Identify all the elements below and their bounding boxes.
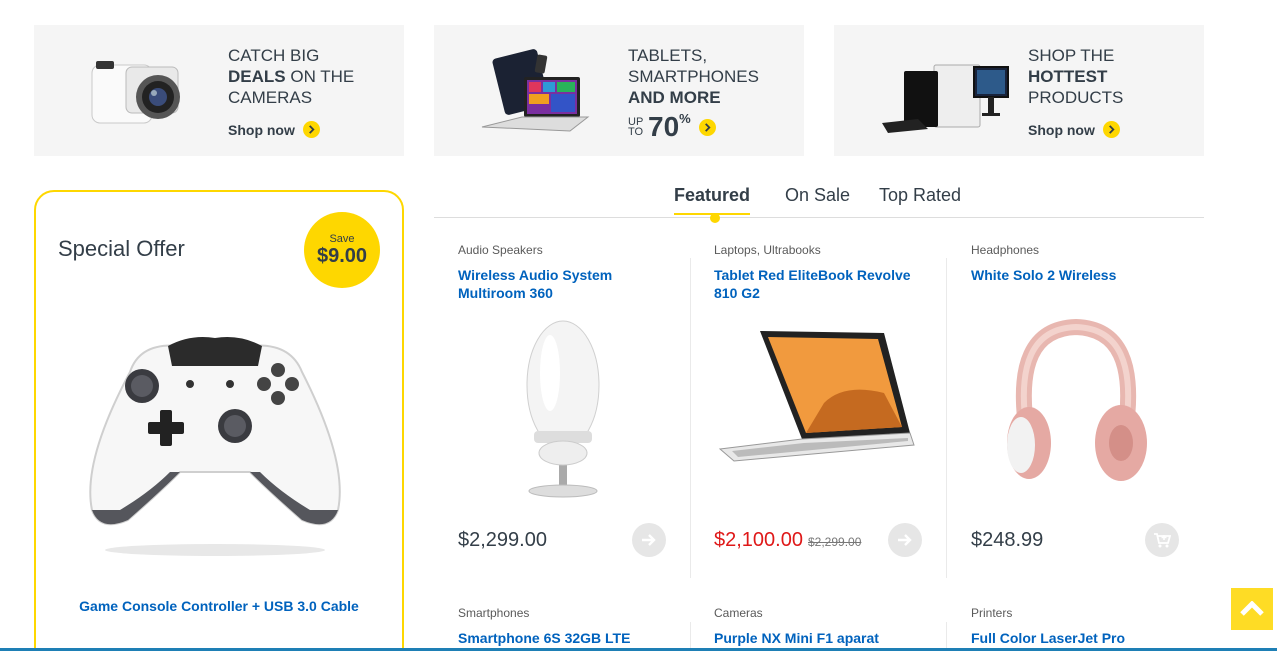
product-name[interactable]: White Solo 2 Wireless	[971, 266, 1191, 284]
product-price: $248.99	[971, 529, 1044, 551]
product-category[interactable]: Smartphones	[458, 606, 714, 620]
active-tab-indicator	[710, 213, 720, 223]
arrow-right-icon[interactable]	[888, 523, 922, 557]
desktop-computer-image	[882, 64, 1009, 133]
product-category[interactable]: Printers	[971, 606, 1227, 620]
product-card[interactable]: Cameras Purple NX Mini F1 aparat	[714, 606, 970, 651]
product-card[interactable]: Printers Full Color LaserJet Pro	[971, 606, 1227, 651]
product-name[interactable]: Wireless Audio System Multiroom 360	[458, 266, 678, 302]
product-name[interactable]: Tablet Red EliteBook Revolve 810 G2	[714, 266, 934, 302]
back-to-top-button[interactable]	[1231, 588, 1273, 630]
product-name[interactable]: Full Color LaserJet Pro	[971, 629, 1191, 647]
product-category[interactable]: Cameras	[714, 606, 970, 620]
tab-top-rated[interactable]: Top Rated	[879, 185, 961, 206]
product-category[interactable]: Laptops, Ultrabooks	[714, 243, 970, 257]
product-category[interactable]: Headphones	[971, 243, 1227, 257]
product-card[interactable]: Audio Speakers Wireless Audio System Mul…	[458, 243, 714, 573]
banner-cameras-text: CATCH BIG DEALS ON THE CAMERAS	[228, 46, 355, 107]
special-offer-card[interactable]: Special Offer Save $9.00 Game Console Co…	[34, 190, 404, 651]
special-offer-product-name[interactable]: Game Console Controller + USB 3.0 Cable	[36, 598, 402, 614]
headphones-image[interactable]	[971, 313, 1181, 503]
product-card[interactable]: Laptops, Ultrabooks Tablet Red EliteBook…	[714, 243, 970, 573]
product-category[interactable]: Audio Speakers	[458, 243, 714, 257]
tab-featured[interactable]: Featured	[674, 185, 751, 215]
product-price: $2,299.00	[458, 529, 547, 551]
product-card[interactable]: Headphones White Solo 2 Wireless $248.99	[971, 243, 1227, 573]
product-old-price: $2,299.00	[808, 535, 862, 549]
banner-tablets-text: TABLETS, SMARTPHONES AND MORE	[628, 46, 759, 107]
discount-badge[interactable]: UP TO 70%	[628, 111, 716, 141]
product-name[interactable]: Purple NX Mini F1 aparat	[714, 629, 934, 647]
product-name[interactable]: Smartphone 6S 32GB LTE	[458, 629, 678, 647]
chevron-right-icon	[302, 121, 320, 138]
product-card[interactable]: Smartphones Smartphone 6S 32GB LTE	[458, 606, 714, 651]
chevron-up-icon	[1240, 601, 1264, 616]
save-badge: Save $9.00	[304, 212, 380, 288]
special-offer-title: Special Offer	[58, 236, 185, 261]
banner-cameras[interactable]: CATCH BIG DEALS ON THE CAMERAS Shop now	[34, 25, 404, 156]
tab-on-sale[interactable]: On Sale	[785, 185, 850, 206]
banner-hottest-text: SHOP THE HOTTEST PRODUCTS	[1028, 46, 1124, 107]
shop-now-link[interactable]: Shop now	[228, 121, 320, 138]
tablet-laptop-image	[481, 49, 590, 132]
chevron-right-icon	[698, 118, 716, 136]
add-to-cart-icon[interactable]	[1145, 523, 1179, 557]
product-price: $2,100.00	[714, 529, 803, 551]
speaker-image[interactable]	[458, 313, 668, 503]
chevron-right-icon	[1102, 121, 1120, 138]
product-tabs: Featured On Sale Top Rated	[434, 185, 1204, 223]
laptop-image[interactable]	[714, 313, 924, 503]
banner-hottest[interactable]: SHOP THE HOTTEST PRODUCTS Shop now	[834, 25, 1204, 156]
game-controller-image[interactable]	[80, 332, 350, 562]
arrow-right-icon[interactable]	[632, 523, 666, 557]
banner-tablets[interactable]: TABLETS, SMARTPHONES AND MORE UP TO 70%	[434, 25, 804, 156]
shop-now-link[interactable]: Shop now	[1028, 121, 1120, 138]
camera-image	[91, 61, 180, 124]
